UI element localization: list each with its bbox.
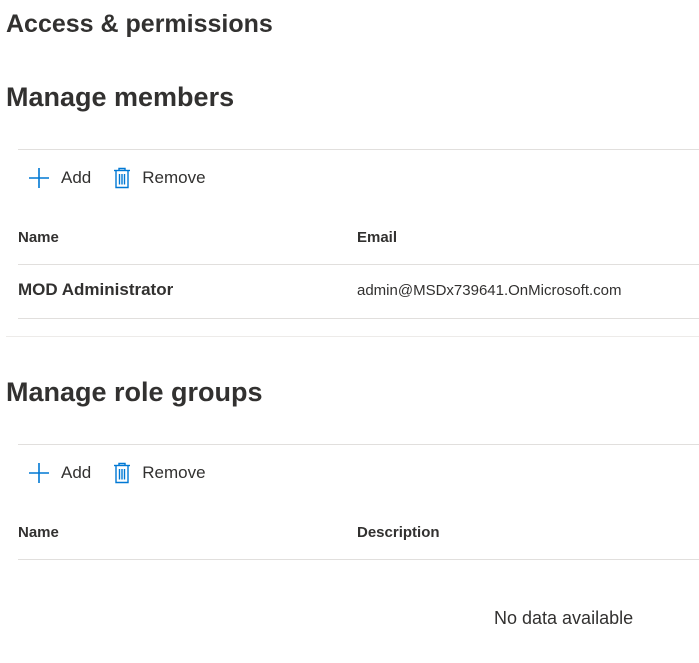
members-add-button[interactable]: Add (28, 167, 91, 189)
role-groups-add-button[interactable]: Add (28, 462, 91, 484)
members-add-label: Add (61, 168, 92, 187)
members-column-email[interactable]: Email (357, 229, 397, 246)
role-groups-header-divider (18, 559, 699, 560)
trash-icon (114, 462, 131, 484)
plus-icon (29, 168, 49, 188)
role-groups-column-name[interactable]: Name (18, 524, 59, 541)
members-section-title: Manage members (6, 82, 235, 112)
member-email: admin@MSDx739641.OnMicrosoft.com (357, 282, 622, 299)
members-column-name[interactable]: Name (18, 229, 59, 246)
members-remove-label: Remove (142, 168, 206, 187)
trash-icon (114, 167, 131, 189)
role-groups-remove-label: Remove (142, 463, 206, 482)
member-name: MOD Administrator (18, 280, 174, 299)
members-header-divider (18, 264, 699, 265)
plus-icon (29, 463, 49, 483)
members-toolbar-divider (18, 149, 699, 150)
role-groups-section-title: Manage role groups (6, 377, 263, 407)
section-divider (6, 336, 699, 337)
role-groups-toolbar: Add Remove (28, 458, 228, 488)
members-row-divider (18, 318, 699, 319)
page-title: Access & permissions (6, 10, 273, 38)
role-groups-remove-button[interactable]: Remove (113, 462, 206, 484)
role-groups-toolbar-divider (18, 444, 699, 445)
members-toolbar: Add Remove (28, 163, 228, 193)
empty-state-message: No data available (494, 608, 634, 628)
members-remove-button[interactable]: Remove (113, 167, 206, 189)
role-groups-column-description[interactable]: Description (357, 524, 440, 541)
role-groups-add-label: Add (61, 463, 92, 482)
